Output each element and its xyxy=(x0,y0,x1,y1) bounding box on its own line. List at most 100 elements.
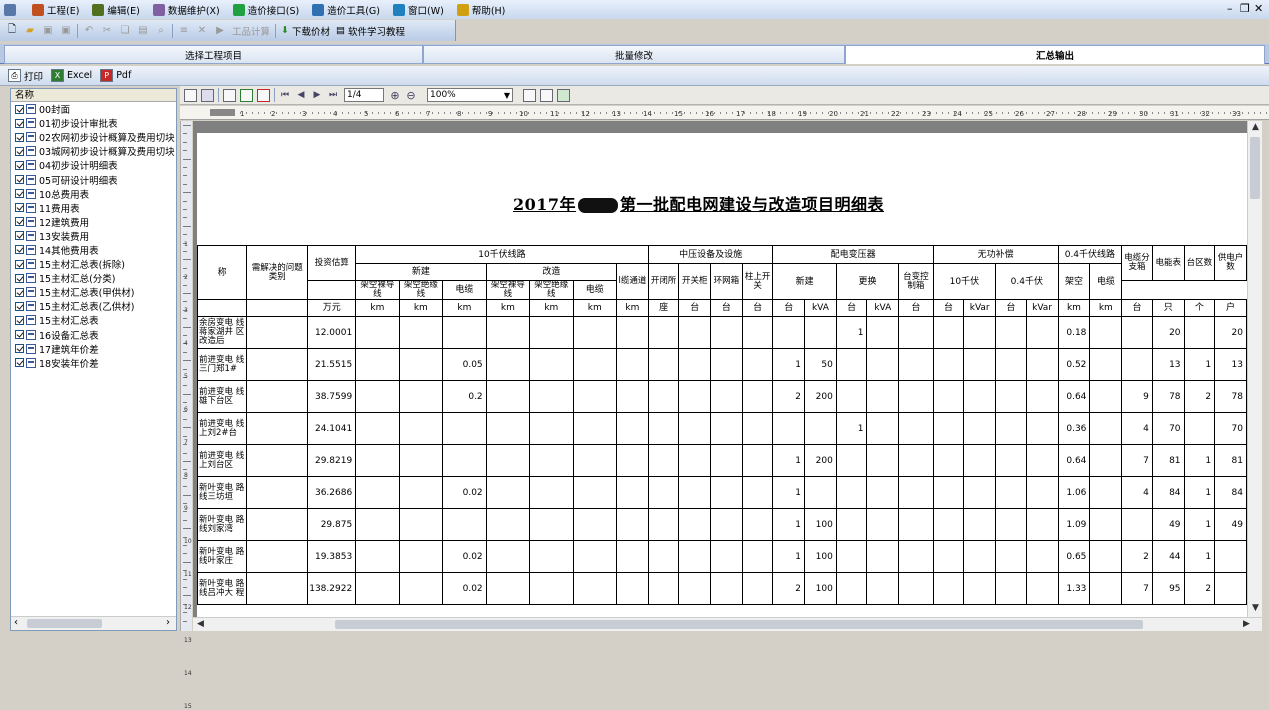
table-cell xyxy=(616,348,649,381)
tree-item[interactable]: 12建筑费用 xyxy=(11,215,176,229)
scroll-left-icon[interactable]: ◀ xyxy=(197,619,204,629)
scroll-left-icon[interactable]: ‹ xyxy=(14,617,18,628)
vertical-scroll-thumb[interactable] xyxy=(1250,137,1260,199)
menu-item[interactable]: 帮助(H) xyxy=(456,3,505,17)
checkbox[interactable] xyxy=(15,104,24,114)
tab-batch-modify[interactable]: 批量修改 xyxy=(423,45,845,64)
checkbox[interactable] xyxy=(15,231,24,241)
tree-item[interactable]: 15主材汇总表(乙供材) xyxy=(11,299,176,313)
checkbox[interactable] xyxy=(15,203,24,213)
tree-item[interactable]: 03城网初步设计概算及费用切块 xyxy=(11,144,176,158)
print-preview-icon[interactable] xyxy=(184,88,197,102)
excel-button[interactable]: X Excel xyxy=(51,69,92,82)
tree-item[interactable]: 17建筑年价差 xyxy=(11,342,176,356)
undo-icon[interactable]: ↶ xyxy=(82,24,96,38)
scroll-down-icon[interactable]: ▼ xyxy=(1252,603,1259,613)
menu-item[interactable]: 造价工具(G) xyxy=(312,3,380,17)
tree-item[interactable]: 11费用表 xyxy=(11,201,176,215)
document-horizontal-scrollbar[interactable]: ◀ ▶ xyxy=(193,617,1262,631)
delete-icon[interactable]: ✕ xyxy=(195,24,209,38)
horizontal-scroll-thumb[interactable] xyxy=(335,620,1143,629)
tree-item[interactable]: 04初步设计明细表 xyxy=(11,158,176,172)
checkbox[interactable] xyxy=(15,175,24,185)
zoom-select[interactable]: 100% xyxy=(427,88,513,102)
tree-item[interactable]: 05可研设计明细表 xyxy=(11,172,176,187)
tree-item[interactable]: 16设备汇总表 xyxy=(11,328,176,342)
checkbox[interactable] xyxy=(15,344,24,354)
checkbox[interactable] xyxy=(15,315,24,325)
print-button[interactable]: ⎙ 打印 xyxy=(8,69,43,83)
scroll-right-icon[interactable]: ▶ xyxy=(1243,619,1250,629)
pdf-button[interactable]: P Pdf xyxy=(100,69,131,82)
checkbox[interactable] xyxy=(15,217,24,227)
copy-icon[interactable]: ❏ xyxy=(118,24,132,38)
tree-item[interactable]: 14其他费用表 xyxy=(11,243,176,257)
find-icon[interactable]: ⌕ xyxy=(154,24,168,38)
tree-item[interactable]: 13安装费用 xyxy=(11,229,176,243)
tree-item[interactable]: 10总费用表 xyxy=(11,187,176,201)
menu-item[interactable]: 窗口(W) xyxy=(393,3,444,17)
tree-horizontal-scrollbar[interactable]: ‹ › xyxy=(11,616,176,630)
run-icon[interactable]: ▶ xyxy=(213,24,227,38)
scroll-thumb[interactable] xyxy=(27,619,102,628)
export-excel-icon[interactable] xyxy=(240,88,253,102)
calc-button[interactable]: 工品计算 xyxy=(232,24,270,38)
insert-row-icon[interactable]: ≡ xyxy=(177,24,191,38)
new-file-icon[interactable]: 🗋 xyxy=(5,24,19,38)
download-materials-button[interactable]: ⬇ 下载价材 xyxy=(281,24,330,38)
tree-item[interactable]: 15主材汇总表 xyxy=(11,313,176,327)
checkbox[interactable] xyxy=(15,273,24,283)
page-number-input[interactable]: 1/4 xyxy=(344,88,384,102)
zoom-in-icon[interactable]: ⊕ xyxy=(389,89,401,102)
scroll-up-icon[interactable]: ▲ xyxy=(1252,122,1259,132)
tree-item[interactable]: 15主材汇总表(甲供材) xyxy=(11,285,176,299)
open-report-icon[interactable] xyxy=(201,88,214,102)
scroll-right-icon[interactable]: › xyxy=(166,617,170,628)
tree-item[interactable]: 18安装年价差 xyxy=(11,356,176,370)
tree-item[interactable]: 15主材汇总(分类) xyxy=(11,271,176,285)
checkbox[interactable] xyxy=(15,118,24,128)
multi-page-icon[interactable] xyxy=(557,88,570,102)
save-all-icon[interactable]: ▣ xyxy=(59,24,73,38)
export-pdf-icon[interactable] xyxy=(257,88,270,102)
restore-icon[interactable]: ❐ xyxy=(1240,2,1250,15)
menu-item[interactable]: 工程(E) xyxy=(32,3,79,17)
checkbox[interactable] xyxy=(15,330,24,340)
checkbox[interactable] xyxy=(15,146,24,156)
menu-item[interactable]: 造价接口(S) xyxy=(232,3,299,17)
tree-item[interactable]: 01初步设计审批表 xyxy=(11,116,176,130)
zoom-out-icon[interactable]: ⊖ xyxy=(405,89,417,102)
tutorial-button[interactable]: ▤ 软件学习教程 xyxy=(336,24,405,38)
minimize-icon[interactable]: – xyxy=(1227,2,1233,15)
checkbox[interactable] xyxy=(15,259,24,269)
checkbox[interactable] xyxy=(15,245,24,255)
save-icon[interactable]: ▣ xyxy=(41,24,55,38)
close-icon[interactable]: ✕ xyxy=(1254,2,1263,15)
report-icon xyxy=(26,118,36,129)
checkbox[interactable] xyxy=(15,132,24,142)
export-icon[interactable] xyxy=(223,88,236,102)
tab-summary-output[interactable]: 汇总输出 xyxy=(845,45,1265,64)
single-page-icon[interactable] xyxy=(540,88,553,102)
prev-page-icon[interactable]: ◀ xyxy=(295,89,307,101)
first-page-icon[interactable]: ⏮ xyxy=(279,89,291,101)
document-vertical-scrollbar[interactable]: ▲ ▼ xyxy=(1247,121,1262,617)
cut-icon[interactable]: ✂ xyxy=(100,24,114,38)
page-setup-icon[interactable] xyxy=(523,88,536,102)
tree-item[interactable]: 15主材汇总表(拆除) xyxy=(11,257,176,271)
tab-select-project[interactable]: 选择工程项目 xyxy=(4,45,423,64)
checkbox[interactable] xyxy=(15,287,24,297)
paste-icon[interactable]: ▤ xyxy=(136,24,150,38)
menu-item[interactable]: 编辑(E) xyxy=(92,3,140,17)
next-page-icon[interactable]: ▶ xyxy=(311,89,323,101)
checkbox[interactable] xyxy=(15,358,24,368)
app-icon[interactable] xyxy=(4,3,19,16)
tree-item[interactable]: 02农网初步设计概算及费用切块 xyxy=(11,130,176,144)
checkbox[interactable] xyxy=(15,189,24,199)
menu-item[interactable]: 数据维护(X) xyxy=(152,3,220,17)
tree-item[interactable]: 00封面 xyxy=(11,102,176,116)
open-folder-icon[interactable]: ▰ xyxy=(23,24,37,38)
checkbox[interactable] xyxy=(15,160,24,170)
checkbox[interactable] xyxy=(15,301,24,311)
last-page-icon[interactable]: ⏭ xyxy=(327,89,339,101)
